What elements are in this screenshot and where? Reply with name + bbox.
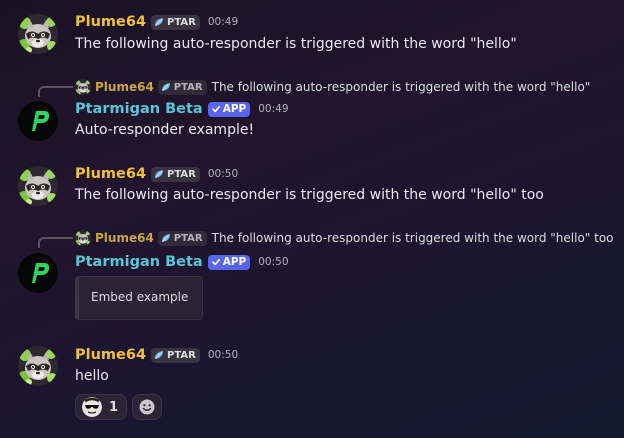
checkmark-icon	[211, 104, 221, 114]
app-badge-label: APP	[222, 256, 247, 268]
smiley-add-reaction-icon	[139, 399, 155, 415]
app-badge-label: APP	[222, 103, 247, 115]
message-text: Auto-responder example!	[75, 122, 255, 138]
reply-server-tag-label: PTAR	[173, 232, 203, 244]
reply-text: The following auto-responder is triggere…	[211, 80, 591, 94]
app-badge: APP	[207, 254, 251, 270]
reactions-bar: 1	[75, 393, 163, 421]
message-header: Ptarmigan Beta APP 00:50	[75, 252, 289, 272]
reply-preview[interactable]: Plume64 PTAR The following auto-responde…	[75, 78, 590, 96]
add-reaction-button[interactable]	[132, 394, 163, 420]
embed-description: Embed example	[91, 290, 189, 304]
message-header: Plume64 PTAR 00:49	[75, 12, 238, 32]
leaf-icon	[161, 82, 171, 92]
timestamp[interactable]: 00:50	[208, 349, 238, 361]
reply-server-tag: PTAR	[157, 230, 207, 246]
avatar[interactable]	[18, 166, 58, 206]
reply-avatar	[75, 79, 91, 95]
sunglasses-face-emoji-icon	[82, 397, 102, 417]
leaf-icon	[154, 169, 164, 179]
reply-username[interactable]: Plume64	[95, 231, 154, 245]
reaction-count: 1	[109, 399, 119, 415]
username[interactable]: Ptarmigan Beta	[75, 254, 203, 270]
message-header: Plume64 PTAR 00:50	[75, 164, 238, 184]
embed: Embed example	[75, 276, 203, 320]
reply-avatar	[75, 230, 91, 246]
leaf-icon	[154, 350, 164, 360]
checkmark-icon	[211, 257, 221, 267]
timestamp[interactable]: 00:49	[208, 16, 238, 28]
username[interactable]: Plume64	[75, 14, 146, 30]
server-tag-label: PTAR	[167, 349, 196, 361]
reply-preview[interactable]: Plume64 PTAR The following auto-responde…	[75, 229, 614, 247]
avatar[interactable]	[18, 253, 58, 293]
server-tag[interactable]: PTAR	[151, 347, 200, 363]
avatar[interactable]	[18, 346, 58, 386]
username[interactable]: Ptarmigan Beta	[75, 101, 203, 117]
server-tag-label: PTAR	[167, 16, 196, 28]
message-text: The following auto-responder is triggere…	[75, 187, 544, 203]
avatar[interactable]	[18, 14, 58, 54]
timestamp[interactable]: 00:50	[258, 256, 288, 268]
message-header: Ptarmigan Beta APP 00:49	[75, 99, 289, 119]
server-tag-label: PTAR	[167, 168, 196, 180]
leaf-icon	[154, 17, 164, 27]
reply-spine	[38, 237, 73, 248]
message-header: Plume64 PTAR 00:50	[75, 345, 238, 365]
reply-username[interactable]: Plume64	[95, 80, 154, 94]
reaction-sunglasses[interactable]: 1	[75, 394, 128, 420]
username[interactable]: Plume64	[75, 166, 146, 182]
server-tag[interactable]: PTAR	[151, 14, 200, 30]
username[interactable]: Plume64	[75, 347, 146, 363]
reply-server-tag: PTAR	[157, 79, 207, 95]
reply-text: The following auto-responder is triggere…	[211, 231, 614, 245]
timestamp[interactable]: 00:49	[258, 103, 288, 115]
timestamp[interactable]: 00:50	[208, 168, 238, 180]
avatar[interactable]	[18, 101, 58, 141]
reply-server-tag-label: PTAR	[173, 81, 203, 93]
reply-spine	[38, 86, 73, 97]
message-text: The following auto-responder is triggere…	[75, 36, 517, 52]
app-badge: APP	[207, 101, 251, 117]
leaf-icon	[161, 233, 171, 243]
message-text: hello	[75, 368, 109, 384]
server-tag[interactable]: PTAR	[151, 166, 200, 182]
